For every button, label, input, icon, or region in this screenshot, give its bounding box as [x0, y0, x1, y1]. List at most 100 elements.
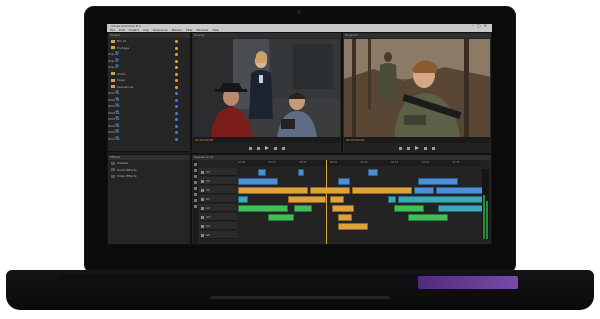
razor-tool-icon[interactable] [194, 181, 197, 184]
clip-icon [115, 64, 119, 67]
track-label: A4 [206, 224, 210, 228]
timeline-clip[interactable] [414, 186, 434, 194]
track-lock-icon[interactable] [201, 197, 204, 201]
hand-tool-icon[interactable] [194, 199, 197, 202]
slip-tool-icon[interactable] [194, 187, 197, 190]
label-color-swatch [175, 131, 178, 134]
menu-bar: Adobe Premiere Pro File Edit Project Clip Se… [107, 24, 492, 32]
timeline-clip[interactable] [330, 195, 344, 203]
timeline-clip[interactable] [294, 204, 312, 212]
step-back-icon[interactable] [248, 146, 252, 150]
step-forward-icon[interactable] [281, 146, 285, 150]
track-lock-icon[interactable] [201, 224, 204, 228]
keyboard [60, 274, 420, 288]
step-back-icon[interactable] [399, 146, 402, 150]
track-label: A1 [206, 197, 210, 201]
effects-folder[interactable]: Video Effects [108, 173, 190, 180]
effects-panel: Effects Presets Audio Effects Video Effect… [107, 154, 191, 245]
project-item-label: Bin 01 [117, 39, 127, 43]
project-item[interactable]: Shot 08 [108, 135, 190, 143]
effects-folder-label: Presets [117, 161, 128, 165]
track-header[interactable]: A4 [199, 222, 237, 230]
step-forward-icon[interactable] [432, 146, 435, 150]
track-header[interactable]: A5 [199, 231, 237, 239]
ruler-tick-label: 01:00 [360, 161, 368, 164]
timeline-clip[interactable] [438, 204, 484, 212]
selection-tool-icon[interactable] [194, 163, 197, 166]
timeline-clip[interactable] [418, 177, 458, 185]
folder-icon [111, 39, 115, 43]
label-color-swatch [175, 79, 178, 82]
timeline-clip[interactable] [238, 177, 278, 185]
play-icon[interactable] [264, 146, 269, 150]
track-lock-icon[interactable] [201, 179, 204, 183]
program-monitor: Program 00:00:00:00 [342, 32, 492, 154]
timeline-clip[interactable] [398, 195, 484, 203]
source-transport-controls [193, 143, 340, 153]
timeline-clip[interactable] [258, 168, 266, 176]
project-list: Bin 01 Footage Clip 01 Clip 02 Clip 03 Audio M… [108, 38, 190, 142]
timeline-clip[interactable] [352, 186, 412, 194]
clip-icon [115, 90, 119, 93]
laptop: Adobe Premiere Pro File Edit Project Clip Se… [0, 0, 600, 319]
track-header[interactable]: V1 [199, 186, 237, 194]
mark-out-icon[interactable] [273, 146, 277, 150]
timeline-clip[interactable] [436, 186, 484, 194]
track-label: V3 [206, 170, 210, 174]
folder-icon [111, 174, 115, 178]
label-color-swatch [175, 105, 178, 108]
track-label: V2 [206, 179, 210, 183]
timeline-clip[interactable] [368, 168, 378, 176]
track-label: A2 [206, 206, 210, 210]
program-transport-controls [344, 143, 490, 153]
pen-tool-icon[interactable] [194, 193, 197, 196]
timeline-clip[interactable] [408, 213, 448, 221]
folder-icon [111, 161, 115, 165]
timeline-clip[interactable] [338, 213, 352, 221]
timeline-clip[interactable] [338, 177, 350, 185]
project-item-label: Audio [117, 71, 126, 76]
effects-list: Presets Audio Effects Video Effects [108, 160, 190, 180]
timeline-clip[interactable] [238, 186, 308, 194]
track-lock-icon[interactable] [201, 170, 204, 174]
mark-out-icon[interactable] [424, 146, 427, 150]
ruler-tick-label: 00:15 [268, 161, 276, 164]
label-color-swatch [175, 92, 178, 95]
timeline-clip[interactable] [288, 195, 326, 203]
track-header[interactable]: V3 [199, 168, 237, 176]
window-controls[interactable]: –▢✕ [472, 24, 490, 28]
track-lock-icon[interactable] [201, 233, 204, 237]
project-item-label: Music [117, 78, 126, 82]
track-header[interactable]: A1 [199, 195, 237, 203]
timeline-clip[interactable] [238, 204, 288, 212]
time-ruler[interactable]: 00:00 00:15 00:30 00:45 01:00 01:15 01:30 01:45 [238, 160, 481, 166]
timeline-clip[interactable] [310, 186, 350, 194]
timeline-clip[interactable] [338, 222, 368, 230]
track-select-tool-icon[interactable] [194, 169, 197, 172]
track-header[interactable]: A3 [199, 213, 237, 221]
track-label: A3 [206, 215, 210, 219]
label-color-swatch [175, 46, 178, 50]
track-lock-icon[interactable] [201, 188, 204, 192]
timeline-clip[interactable] [298, 168, 304, 176]
play-icon[interactable] [415, 146, 419, 150]
timeline-clip[interactable] [268, 213, 294, 221]
program-monitor-title[interactable]: Program [343, 33, 491, 38]
source-monitor-title[interactable]: Source [192, 33, 341, 38]
playhead[interactable] [326, 160, 328, 244]
zoom-tool-icon[interactable] [194, 205, 197, 208]
track-header[interactable]: A2 [199, 204, 237, 212]
mark-in-icon[interactable] [407, 146, 410, 150]
timeline-clip[interactable] [332, 204, 354, 212]
timeline-clip[interactable] [394, 204, 424, 212]
track-lock-icon[interactable] [201, 215, 204, 219]
track-lock-icon[interactable] [201, 206, 204, 210]
track-header[interactable]: V2 [199, 177, 237, 185]
hinge [210, 296, 390, 299]
folder-icon [111, 168, 115, 171]
timeline-clip[interactable] [388, 195, 396, 203]
timeline-clip[interactable] [238, 195, 248, 203]
ripple-edit-tool-icon[interactable] [194, 175, 197, 178]
mark-in-icon[interactable] [256, 146, 260, 150]
folder-icon [111, 78, 115, 82]
